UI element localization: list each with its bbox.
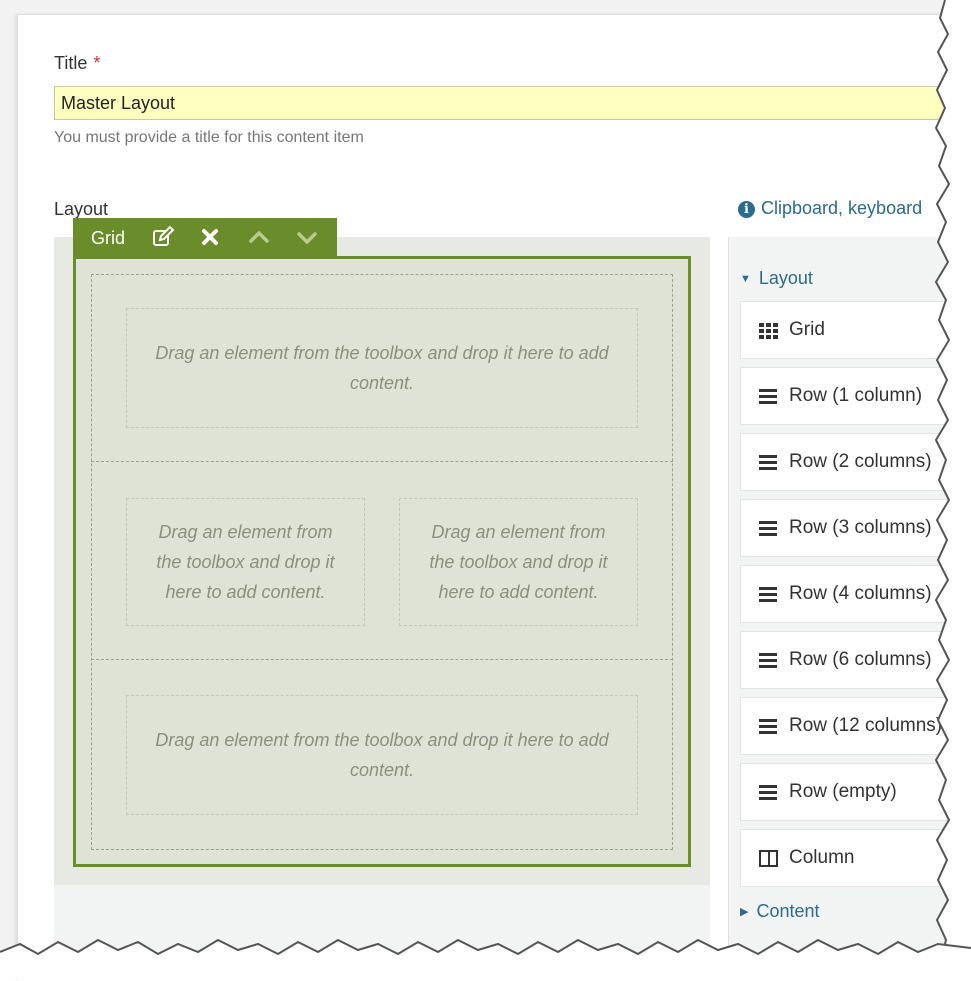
- bars-icon: [759, 785, 777, 800]
- caret-down-icon: ▼: [740, 273, 751, 285]
- row-separator: [91, 659, 673, 660]
- grid-toolbar-label: Grid: [91, 228, 126, 248]
- toolbox-item-label: Grid: [789, 319, 825, 340]
- column-icon: [759, 850, 778, 867]
- torn-edge-right: [934, 0, 971, 980]
- drop-zone-row-3[interactable]: Drag an element from the toolbox and dro…: [126, 695, 638, 815]
- drop-zone-row-2-col-2[interactable]: Drag an element from the toolbox and dro…: [399, 498, 638, 626]
- toolbox-category-content[interactable]: ▶ Content: [740, 901, 820, 922]
- move-down-icon[interactable]: [295, 225, 319, 249]
- toolbox-item-label: Row (4 columns): [789, 583, 932, 604]
- toolbox-item-label: Row (1 column): [789, 385, 923, 406]
- delete-icon[interactable]: [198, 225, 222, 249]
- grid-toolbar: Grid: [73, 218, 337, 256]
- toolbox-item-label: Row (12 columns): [789, 715, 943, 736]
- bars-icon: [759, 521, 777, 536]
- info-icon: i: [738, 201, 755, 218]
- help-link[interactable]: i Clipboard, keyboard: [738, 198, 922, 219]
- title-input[interactable]: [54, 86, 971, 120]
- drop-zone-row-2-col-1[interactable]: Drag an element from the toolbox and dro…: [126, 498, 365, 626]
- drop-zone-row-1[interactable]: Drag an element from the toolbox and dro…: [126, 308, 638, 428]
- required-mark: *: [93, 53, 101, 73]
- toolbox-item-label: Row (2 columns): [789, 451, 932, 472]
- caret-right-icon: ▶: [740, 906, 749, 918]
- torn-edge-bottom: [0, 938, 971, 980]
- bars-icon: [759, 719, 777, 734]
- bars-icon: [759, 455, 777, 470]
- toolbox-item-label: Row (6 columns): [789, 649, 932, 670]
- edit-icon[interactable]: [151, 225, 175, 249]
- bars-icon: [759, 653, 777, 668]
- bars-icon: [759, 587, 777, 602]
- toolbox-item-label: Row (3 columns): [789, 517, 932, 538]
- row-separator: [91, 461, 673, 462]
- grid-icon: [759, 323, 778, 339]
- toolbox-item-label: Row (empty): [789, 781, 897, 802]
- move-up-icon[interactable]: [247, 225, 271, 249]
- toolbox-item-label: Column: [789, 847, 855, 868]
- bars-icon: [759, 389, 777, 404]
- title-label: Title *: [54, 53, 101, 73]
- title-hint: You must provide a title for this conten…: [54, 129, 364, 146]
- layout-label: Layout: [54, 199, 109, 219]
- toolbox-category-layout[interactable]: ▼ Layout: [740, 268, 813, 289]
